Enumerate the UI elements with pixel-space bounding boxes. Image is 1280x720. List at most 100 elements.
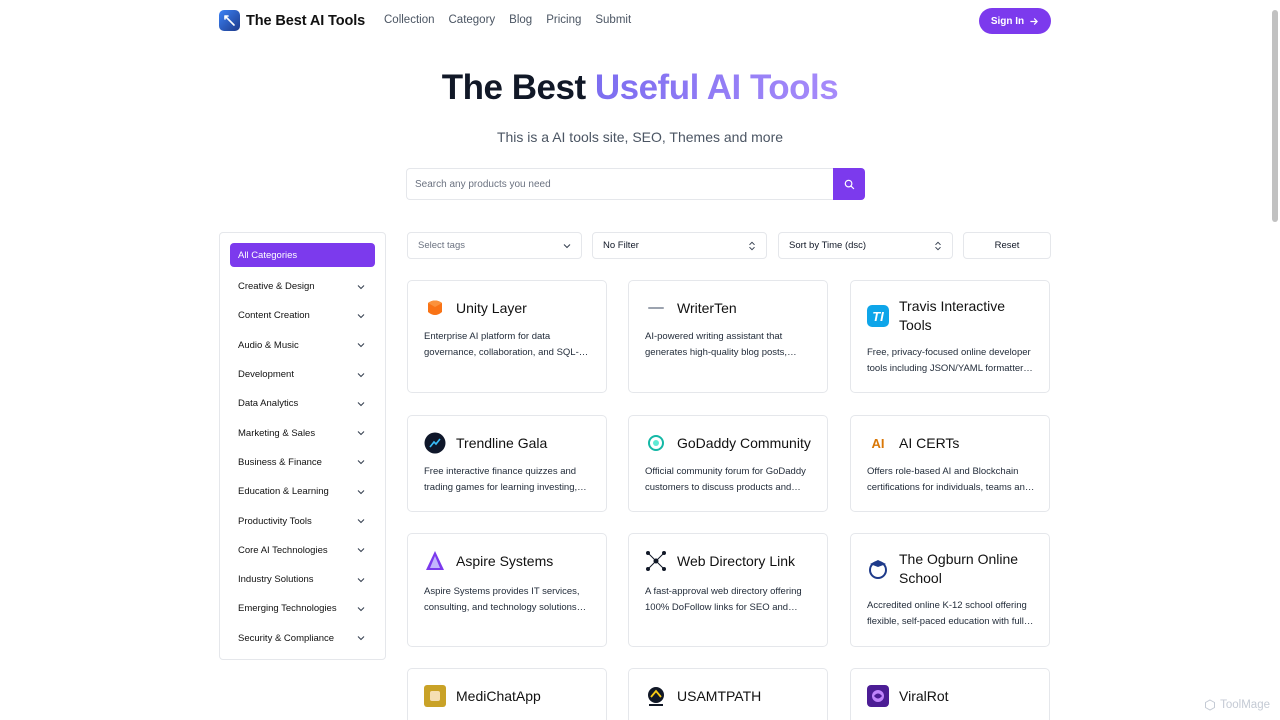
filter-select[interactable]: No Filter [592, 232, 767, 259]
tool-card[interactable]: USAMTPATH [628, 668, 828, 720]
category-item[interactable]: Audio & Music [230, 331, 375, 360]
tool-card-title: USAMTPATH [677, 687, 762, 704]
aspire-icon [424, 550, 446, 572]
category-all[interactable]: All Categories [230, 243, 375, 267]
viralrot-icon [867, 685, 889, 707]
search-button[interactable] [833, 168, 865, 200]
category-label: Security & Compliance [238, 632, 335, 644]
tool-card-title: MediChatApp [456, 687, 541, 704]
search-icon [844, 179, 854, 189]
tool-card[interactable]: GoDaddy Community Official community foru… [628, 415, 828, 512]
tool-card-title: AI CERTs [899, 434, 960, 451]
category-item[interactable]: Security & Compliance [230, 624, 375, 653]
tool-card-title: Travis Interactive Tools [899, 298, 1006, 333]
nav-pricing[interactable]: Pricing [546, 14, 581, 26]
tool-card[interactable]: Trendline Gala Free interactive finance q… [407, 415, 607, 512]
watermark-icon [1205, 699, 1216, 711]
tool-card-description: Aspire Systems provides IT services, con… [424, 586, 580, 613]
tool-card-title: GoDaddy Community [677, 434, 811, 451]
nav-submit[interactable]: Submit [595, 14, 631, 26]
tool-card[interactable]: AI AI CERTs Offers role-based AI and Block… [850, 415, 1050, 512]
category-label: Emerging Technologies [238, 603, 337, 615]
tool-card-description: Official community forum for GoDaddy cus… [645, 466, 806, 493]
category-item[interactable]: Industry Solutions [230, 565, 375, 594]
nav-collection[interactable]: Collection [384, 14, 435, 26]
writerten-icon [645, 297, 667, 319]
category-sidebar: All Categories Creative & Design Content … [219, 232, 386, 660]
tool-card-description: A fast-approval web directory offering 1… [645, 586, 802, 613]
medichat-icon [424, 685, 446, 707]
tool-card[interactable]: Unity Layer Enterprise AI platform for da… [407, 280, 607, 393]
category-item[interactable]: Emerging Technologies [230, 594, 375, 623]
trendline-icon [424, 432, 446, 454]
category-label: Productivity Tools [238, 515, 312, 527]
tool-card[interactable]: TI Travis Interactive Tools Free, privacy-… [850, 280, 1050, 393]
tool-card[interactable]: Web Directory Link A fast-approval web di… [628, 533, 828, 647]
category-label: Industry Solutions [238, 574, 314, 586]
category-label: Education & Learning [238, 486, 329, 498]
category-item[interactable]: Business & Finance [230, 448, 375, 477]
tool-card-title: The Ogburn Online School [899, 551, 1019, 586]
tool-card[interactable]: The Ogburn Online School Accredited onlin… [850, 533, 1050, 647]
chevron-down-icon [357, 401, 365, 407]
tags-select[interactable]: Select tags [407, 232, 582, 259]
sign-in-button[interactable]: Sign In [979, 8, 1051, 34]
tool-card-description: Free, privacy-focused online developer t… [867, 347, 1031, 374]
svg-text:TI: TI [872, 309, 884, 324]
chevron-down-icon [357, 607, 365, 612]
sort-select[interactable]: Sort by Time (dsc) [778, 232, 953, 259]
reset-button[interactable]: Reset [963, 232, 1051, 259]
search-input[interactable] [406, 168, 833, 200]
chevron-down-icon [357, 460, 365, 465]
nav-blog[interactable]: Blog [509, 14, 532, 26]
category-item[interactable]: Content Creation [230, 301, 375, 330]
hero-title: The Best Useful AI Tools [0, 68, 1280, 108]
category-label: Core AI Technologies [238, 544, 328, 556]
tool-card-title: Web Directory Link [677, 552, 796, 569]
tool-card-description: Enterprise AI platform for data governan… [424, 331, 579, 358]
hero-title-accent: Useful AI Tools [594, 68, 839, 107]
logo-text: The Best AI Tools [246, 12, 366, 29]
tags-select-value: Select tags [418, 240, 465, 251]
reset-label: Reset [994, 240, 1020, 251]
category-item[interactable]: Marketing & Sales [230, 418, 375, 447]
category-item[interactable]: Core AI Technologies [230, 536, 375, 565]
tool-card-header: Unity Layer [424, 297, 594, 319]
tool-card-title: WriterTen [677, 299, 737, 316]
nav-category[interactable]: Category [449, 14, 496, 26]
chevron-down-icon [357, 372, 365, 377]
category-item[interactable]: Development [230, 360, 375, 389]
tool-card-title: Trendline Gala [456, 434, 548, 451]
tool-card-header: Aspire Systems [424, 550, 594, 572]
main-nav: Collection Category Blog Pricing Submit [384, 14, 631, 26]
watermark-text: ToolMage [1220, 699, 1270, 711]
tool-card-description: Free interactive finance quizzes and tra… [424, 466, 578, 493]
scrollbar[interactable] [1272, 10, 1278, 222]
tool-card[interactable]: WriterTen AI-powered writing assistant th… [628, 280, 828, 393]
svg-text:AI: AI [872, 436, 885, 451]
hero-title-plain: The Best [441, 68, 586, 107]
tool-card[interactable]: ViralRot [850, 668, 1050, 720]
logo-icon [219, 10, 240, 31]
sign-in-label: Sign In [990, 15, 1025, 27]
tool-card-description: Accredited online K-12 school offering f… [867, 600, 1027, 627]
site-header: The Best AI Tools Collection Category Bl… [0, 0, 1280, 42]
category-item[interactable]: Education & Learning [230, 477, 375, 506]
site-logo[interactable]: The Best AI Tools [219, 10, 365, 31]
tool-card-title: Unity Layer [456, 299, 527, 316]
category-label: Creative & Design [238, 281, 315, 293]
tool-card[interactable]: MediChatApp [407, 668, 607, 720]
filter-select-value: No Filter [603, 240, 639, 251]
chevron-down-icon [357, 284, 365, 289]
category-item[interactable]: Creative & Design [230, 272, 375, 301]
category-item[interactable]: Productivity Tools [230, 506, 375, 535]
tool-card[interactable]: Aspire Systems Aspire Systems provides IT… [407, 533, 607, 647]
search-bar [406, 168, 865, 200]
travis-icon: TI [867, 304, 889, 327]
category-item[interactable]: Data Analytics [230, 389, 375, 418]
tool-card-description: AI-powered writing assistant that genera… [645, 331, 788, 358]
chevron-down-icon [357, 519, 365, 524]
godaddy-icon [645, 432, 667, 454]
chevron-down-icon [357, 636, 365, 641]
ogburn-icon [867, 558, 889, 580]
